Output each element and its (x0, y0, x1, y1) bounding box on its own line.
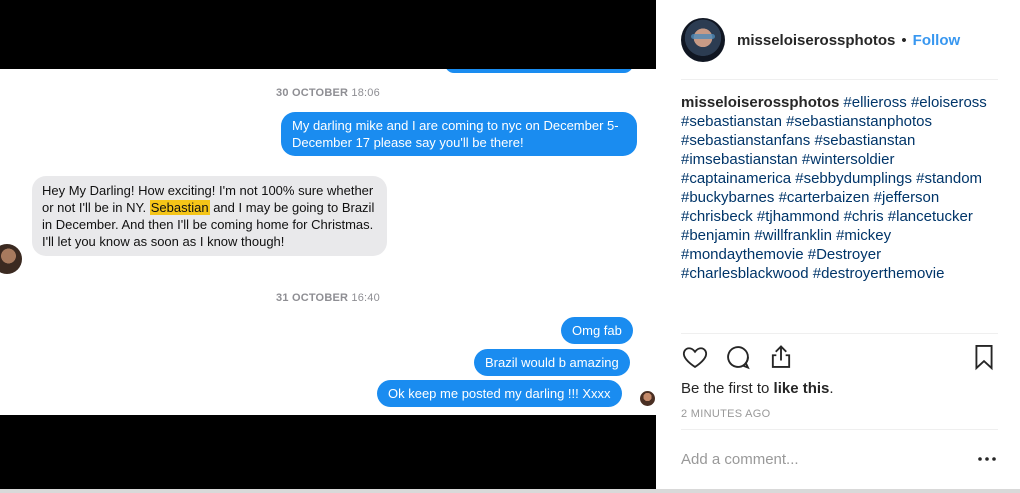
hashtag-link[interactable]: #standom (916, 170, 982, 187)
divider (681, 79, 998, 80)
hashtag-list: #ellieross #eloiseross #sebastianstan #s… (681, 94, 987, 282)
message-bubble-outgoing: My darling mike and I are coming to nyc … (281, 112, 637, 156)
comment-input[interactable] (681, 445, 961, 473)
hashtag-link[interactable]: #captainamerica (681, 170, 791, 187)
hashtag-link[interactable]: #sebbydumplings (795, 170, 912, 187)
bottom-edge (0, 489, 1020, 493)
hashtag-link[interactable]: #eloiseross (911, 94, 987, 111)
separator-dot: • (901, 31, 907, 49)
contact-avatar (0, 244, 22, 274)
post-details-panel: misseloiserossphotos • Follow misseloise… (656, 0, 1020, 493)
hashtag-link[interactable]: #chrisbeck (681, 208, 753, 225)
chat-timestamp: 31 OCTOBER 16:40 (276, 292, 380, 304)
post-caption: misseloiserossphotos #ellieross #eloisero… (681, 93, 1006, 283)
sender-avatar (640, 391, 655, 406)
heart-icon[interactable] (681, 343, 709, 371)
more-options-icon[interactable] (976, 450, 998, 468)
bookmark-icon[interactable] (970, 343, 998, 371)
hashtag-link[interactable]: #chris (844, 208, 884, 225)
chat-timestamp: 30 OCTOBER 18:06 (276, 87, 380, 99)
like-this-link[interactable]: like this (774, 380, 830, 397)
hashtag-link[interactable]: #charlesblackwood (681, 265, 809, 282)
cut-off-message-bubble (445, 69, 633, 73)
hashtag-link[interactable]: #willfranklin (754, 227, 832, 244)
hashtag-link[interactable]: #sebastianstan (814, 132, 915, 149)
hashtag-link[interactable]: #sebastianstan (681, 113, 782, 130)
post-timestamp: 2 MINUTES AGO (681, 408, 771, 420)
message-bubble-incoming: Hey My Darling! How exciting! I'm not 10… (32, 176, 387, 256)
likes-text: Be the first to like this. (681, 380, 834, 397)
hashtag-link[interactable]: #sebastianstanphotos (786, 113, 932, 130)
divider (681, 333, 998, 334)
highlighted-word: Sebastian (149, 200, 210, 215)
message-bubble-outgoing: Brazil would b amazing (474, 349, 630, 376)
comment-icon[interactable] (724, 343, 752, 371)
post-image: 30 OCTOBER 18:06 My darling mike and I a… (0, 0, 656, 493)
hashtag-link[interactable]: #ellieross (843, 94, 906, 111)
divider (681, 429, 998, 430)
hashtag-link[interactable]: #jefferson (874, 189, 940, 206)
message-bubble-outgoing: Ok keep me posted my darling !!! Xxxx (377, 380, 622, 407)
hashtag-link[interactable]: #buckybarnes (681, 189, 774, 206)
post-header: misseloiserossphotos • Follow (656, 0, 1020, 80)
hashtag-link[interactable]: #carterbaizen (779, 189, 870, 206)
hashtag-link[interactable]: #imsebastianstan (681, 151, 798, 168)
hashtag-link[interactable]: #benjamin (681, 227, 750, 244)
hashtag-link[interactable]: #sebastianstanfans (681, 132, 810, 149)
caption-username[interactable]: misseloiserossphotos (681, 94, 839, 111)
avatar[interactable] (681, 18, 725, 62)
follow-button[interactable]: Follow (913, 32, 961, 49)
hashtag-link[interactable]: #lancetucker (888, 208, 973, 225)
header-username[interactable]: misseloiserossphotos (737, 32, 895, 49)
hashtag-link[interactable]: #Destroyer (808, 246, 881, 263)
hashtag-link[interactable]: #wintersoldier (802, 151, 895, 168)
hashtag-link[interactable]: #destroyerthemovie (813, 265, 945, 282)
hashtag-link[interactable]: #mickey (836, 227, 891, 244)
chat-screenshot: 30 OCTOBER 18:06 My darling mike and I a… (0, 69, 656, 415)
message-bubble-outgoing: Omg fab (561, 317, 633, 344)
share-icon[interactable] (767, 343, 795, 371)
hashtag-link[interactable]: #mondaythemovie (681, 246, 804, 263)
hashtag-link[interactable]: #tjhammond (757, 208, 840, 225)
action-bar (681, 343, 998, 375)
